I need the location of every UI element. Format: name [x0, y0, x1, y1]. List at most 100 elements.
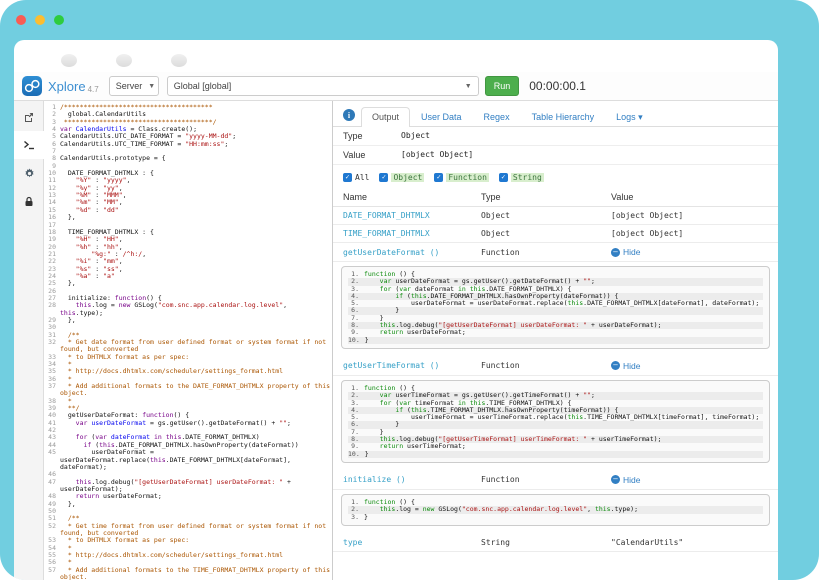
col-type: Type [481, 192, 611, 202]
summary-label: Type [343, 131, 401, 141]
member-name-link[interactable]: type [343, 538, 481, 547]
tab-table-hierarchy[interactable]: Table Hierarchy [521, 107, 606, 127]
code-line: 30 [46, 324, 332, 331]
table-row: initialize ()Function–Hide [333, 471, 778, 490]
results-table-header: Name Type Value [333, 188, 778, 207]
console-tab-button[interactable] [14, 131, 44, 159]
checkbox-checked-icon[interactable]: ✓ [379, 173, 388, 182]
chevron-down-icon: ▼ [465, 83, 472, 90]
code-line: 57 * Add additional formats to the TIME_… [46, 567, 332, 580]
tab-user-data[interactable]: User Data [410, 107, 473, 127]
checkbox-checked-icon[interactable]: ✓ [434, 173, 443, 182]
hide-code-link[interactable]: –Hide [611, 361, 768, 371]
member-type: Function [481, 475, 611, 484]
summary-value: [object Object] [401, 150, 768, 160]
table-row: getUserTimeFormat ()Function–Hide [333, 357, 778, 376]
member-value: [object Object] [611, 229, 768, 238]
app-toolbar: Xplore 4.7 Server ▼ Global [global] ▼ Ru… [14, 72, 778, 101]
code-line: 32 * Get date format from user defined f… [46, 339, 332, 354]
xplore-logo-icon [22, 76, 42, 96]
code-line: 50 [46, 508, 332, 515]
source-line: 6. } [348, 307, 763, 314]
execution-timer: 00:00:00.1 [529, 79, 586, 93]
member-name-link[interactable]: TIME_FORMAT_DHTMLX [343, 229, 481, 238]
tab-logs[interactable]: Logs ▾ [605, 107, 654, 127]
settings-gear-button[interactable] [14, 159, 44, 187]
output-tabbar: i OutputUser DataRegexTable HierarchyLog… [333, 101, 778, 127]
member-value: [object Object] [611, 211, 768, 220]
left-icon-sidebar [14, 101, 44, 580]
table-row: typeString"CalendarUtils" [333, 534, 778, 552]
minus-circle-icon: – [611, 475, 620, 484]
code-line: 53 * to DHTMLX format as per spec: [46, 537, 332, 544]
code-line: 15 "%d" : "dd" [46, 207, 332, 214]
col-value: Value [611, 192, 768, 202]
member-name-link[interactable]: getUserTimeFormat () [343, 361, 481, 370]
summary-value: Object [401, 131, 768, 141]
code-line: 47 this.log.debug("[getUserDateFormat] u… [46, 479, 332, 494]
code-line: 38 * [46, 398, 332, 405]
results-panel: i OutputUser DataRegexTable HierarchyLog… [333, 101, 778, 580]
hide-code-link[interactable]: –Hide [611, 475, 768, 485]
summary-label: Value [343, 150, 401, 160]
scope-select-value: Global [global] [174, 81, 232, 91]
code-line: 8CalendarUtils.prototype = { [46, 155, 332, 162]
filter-label: Object [391, 173, 424, 182]
scope-select[interactable]: Global [global] ▼ [167, 76, 479, 96]
filter-function[interactable]: ✓Function [434, 173, 489, 182]
summary-value: Value[object Object] [333, 146, 778, 165]
code-line: 48 return userDateFormat; [46, 493, 332, 500]
main-content: 1/**************************************… [14, 101, 778, 580]
lock-button[interactable] [14, 187, 44, 215]
source-line: 10.} [348, 337, 763, 344]
function-source-block: 1.function () {2. var userDateFormat = g… [341, 266, 770, 349]
code-line: 25 }, [46, 280, 332, 287]
close-window-button[interactable] [16, 15, 26, 25]
filter-label: Function [446, 173, 489, 182]
source-line: 2. this.log = new GSLog("com.snc.app.cal… [348, 506, 763, 513]
zoom-window-button[interactable] [54, 15, 64, 25]
col-name: Name [343, 192, 481, 202]
checkbox-checked-icon[interactable]: ✓ [499, 173, 508, 182]
member-type: Object [481, 229, 611, 238]
run-button[interactable]: Run [485, 76, 520, 96]
script-editor[interactable]: 1/**************************************… [44, 101, 332, 580]
target-select-value: Server [116, 81, 143, 91]
source-line: 9. return userTimeFormat; [348, 443, 763, 450]
editor-code: 1/**************************************… [46, 104, 332, 580]
source-line: 6. } [348, 421, 763, 428]
summary-type: TypeObject [333, 127, 778, 146]
target-select[interactable]: Server ▼ [109, 76, 159, 96]
code-line: 49 }, [46, 501, 332, 508]
code-line: 33 * to DHTMLX format as per spec: [46, 354, 332, 361]
minus-circle-icon: – [611, 361, 620, 370]
output-tabs: OutputUser DataRegexTable HierarchyLogs … [361, 107, 654, 126]
filter-label: String [511, 173, 544, 182]
filter-object[interactable]: ✓Object [379, 173, 424, 182]
source-line: 3.} [348, 514, 763, 521]
code-line: 16 }, [46, 214, 332, 221]
app-title: Xplore [48, 79, 86, 94]
tab-regex[interactable]: Regex [473, 107, 521, 127]
open-in-new-window-button[interactable] [14, 103, 44, 131]
hide-code-link[interactable]: –Hide [611, 247, 768, 257]
code-line: 45 userDateFormat = userDateFormat.repla… [46, 449, 332, 471]
chrome-dot-icon [116, 54, 132, 67]
filter-all[interactable]: ✓All [343, 173, 369, 182]
minimize-window-button[interactable] [35, 15, 45, 25]
code-line: 28 this.log = new GSLog("com.snc.app.cal… [46, 302, 332, 317]
code-line: 41 var userDateFormat = gs.getUser().get… [46, 420, 332, 427]
member-name-link[interactable]: DATE_FORMAT_DHTMLX [343, 211, 481, 220]
member-name-link[interactable]: initialize () [343, 475, 481, 484]
tab-output[interactable]: Output [361, 107, 410, 127]
source-line: 9. return userDateFormat; [348, 329, 763, 336]
info-icon[interactable]: i [343, 109, 355, 121]
source-line: 5. userTimeFormat = userTimeFormat.repla… [348, 414, 763, 421]
filter-string[interactable]: ✓String [499, 173, 544, 182]
chrome-dot-icon [61, 54, 77, 67]
member-type: String [481, 538, 611, 547]
checkbox-checked-icon[interactable]: ✓ [343, 173, 352, 182]
member-value: "CalendarUtils" [611, 538, 768, 547]
code-line: 37 * Add additional formats to the DATE_… [46, 383, 332, 398]
member-name-link[interactable]: getUserDateFormat () [343, 248, 481, 257]
